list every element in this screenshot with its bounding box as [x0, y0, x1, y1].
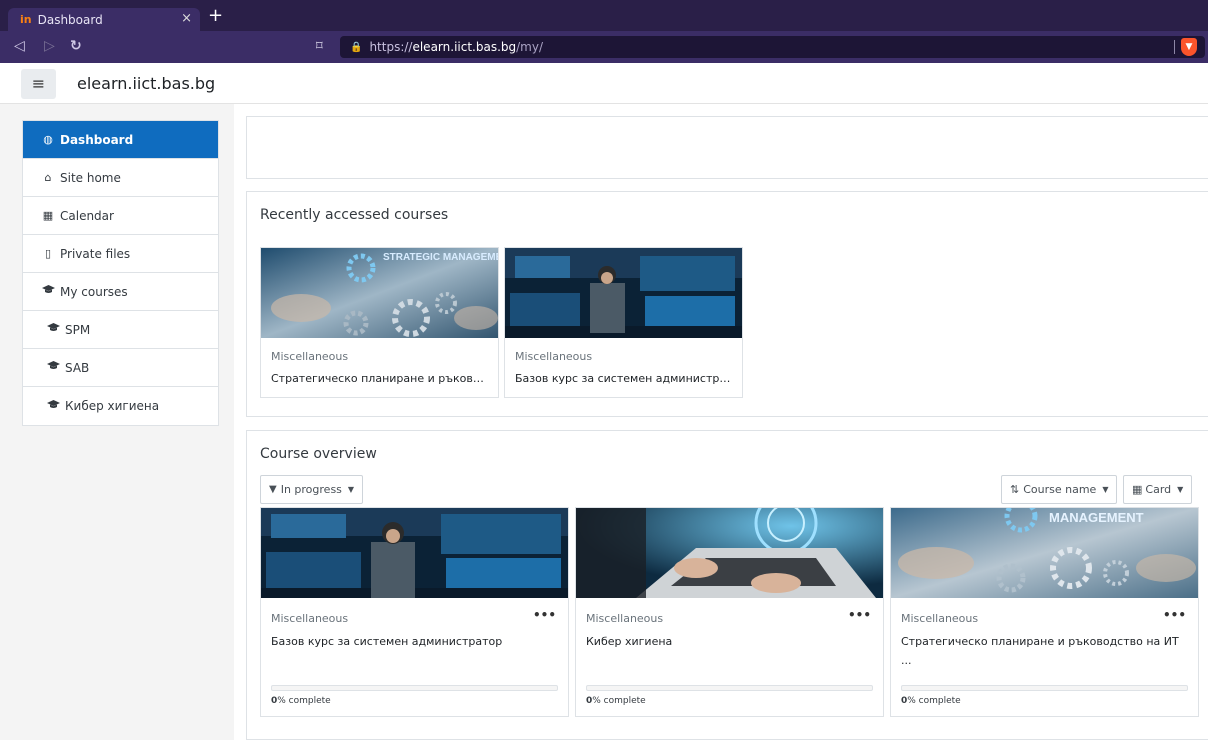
- course-card[interactable]: MANAGEMENT Miscellaneous ••• Стратегичес…: [890, 507, 1199, 717]
- url-scheme: https://: [369, 40, 413, 54]
- view-label: Card: [1145, 483, 1172, 496]
- view-dropdown[interactable]: ▦ Card ▼: [1123, 475, 1193, 504]
- url-separator: [1174, 40, 1175, 54]
- course-category: Miscellaneous: [271, 350, 349, 363]
- course-image[interactable]: [505, 248, 742, 338]
- nav-item-private-files[interactable]: ▯ Private files: [23, 235, 218, 273]
- nav-item-cyber-hygiene[interactable]: Кибер хигиена: [23, 387, 218, 425]
- course-overview-block: Course overview ▼ In progress ▼ ⇅ Course…: [246, 430, 1208, 740]
- nav-item-site-home[interactable]: ⌂ Site home: [23, 159, 218, 197]
- course-image-text: MANAGEMENT: [1049, 510, 1144, 525]
- course-category: Miscellaneous: [271, 612, 349, 625]
- back-icon[interactable]: ◁: [14, 38, 25, 54]
- block-title: Course overview: [260, 446, 377, 462]
- progress-suffix: % complete: [277, 696, 331, 706]
- forward-icon[interactable]: ▷: [44, 38, 55, 54]
- reload-icon[interactable]: ↻: [70, 38, 82, 54]
- site-header: ≡ elearn.iict.bas.bg: [0, 63, 1208, 104]
- course-category: Miscellaneous: [586, 612, 664, 625]
- course-image-text: STRATEGIC MANAGEMENT: [383, 252, 498, 263]
- grid-icon: ▦: [1132, 483, 1143, 496]
- recent-course-card[interactable]: Miscellaneous Базов курс за системен адм…: [504, 247, 743, 398]
- main-region: Recently accessed courses STRATEGIC MANA…: [234, 104, 1208, 740]
- sort-icon: ⇅: [1010, 483, 1020, 496]
- course-card[interactable]: Miscellaneous ••• Кибер хигиена 0% compl…: [575, 507, 884, 717]
- nav-item-label: SAB: [65, 360, 90, 375]
- course-image[interactable]: MANAGEMENT: [891, 508, 1198, 598]
- course-category: Miscellaneous: [515, 350, 593, 363]
- sort-label: Course name: [1023, 483, 1097, 496]
- tachometer-icon: ◍: [43, 133, 53, 146]
- progress-text: 0% complete: [901, 696, 961, 706]
- graduation-cap-icon: [46, 399, 60, 413]
- block-title: Recently accessed courses: [260, 207, 449, 223]
- progress-bar: [271, 685, 558, 691]
- course-image[interactable]: [576, 508, 883, 598]
- course-name-link[interactable]: Стратегическо планиране и ръководст...: [271, 372, 489, 385]
- progress-text: 0% complete: [586, 696, 646, 706]
- url-host: elearn.iict.bas.bg: [412, 40, 517, 54]
- caret-down-icon: ▼: [1177, 485, 1184, 494]
- course-name-link[interactable]: Стратегическо планиране и ръководство на…: [901, 632, 1181, 670]
- nav-item-calendar[interactable]: ▦ Calendar: [23, 197, 218, 235]
- nav-item-dashboard[interactable]: ◍ Dashboard: [23, 121, 218, 159]
- course-image[interactable]: STRATEGIC MANAGEMENT: [261, 248, 498, 338]
- caret-down-icon: ▼: [347, 485, 355, 494]
- url-path: /my/: [516, 40, 544, 54]
- course-name-link[interactable]: Базов курс за системен администратор: [271, 632, 551, 651]
- progress-text: 0% complete: [271, 696, 331, 706]
- recent-course-card[interactable]: STRATEGIC MANAGEMENT Miscellaneous Страт…: [260, 247, 499, 398]
- browser-tab[interactable]: in Dashboard ×: [8, 8, 200, 31]
- nav-item-label: Кибер хигиена: [65, 399, 160, 413]
- graduation-cap-icon: [41, 285, 55, 298]
- lock-icon: 🔒: [350, 41, 363, 53]
- nav-item-label: Calendar: [60, 208, 114, 223]
- browser-tabbar: in Dashboard × +: [0, 0, 1208, 31]
- nav-drawer: ◍ Dashboard ⌂ Site home ▦ Calendar ▯ Pri…: [0, 104, 234, 740]
- empty-block: [246, 116, 1208, 179]
- nav-list: ◍ Dashboard ⌂ Site home ▦ Calendar ▯ Pri…: [22, 120, 219, 426]
- course-category: Miscellaneous: [901, 612, 979, 625]
- grouping-filter-dropdown[interactable]: ▼ In progress ▼: [260, 475, 364, 504]
- nav-item-spm[interactable]: SPM: [23, 311, 218, 349]
- bookmark-icon[interactable]: ⌑: [316, 39, 323, 54]
- filter-label: In progress: [280, 483, 342, 496]
- nav-item-my-courses[interactable]: My courses: [23, 273, 218, 311]
- nav-item-sab[interactable]: SAB: [23, 349, 218, 387]
- address-bar[interactable]: 🔒 https://elearn.iict.bas.bg/my/ ▼: [340, 36, 1205, 58]
- moodle-favicon-icon: in: [20, 13, 32, 26]
- progress-suffix: % complete: [592, 696, 646, 706]
- tab-close-icon[interactable]: ×: [181, 11, 192, 26]
- file-icon: ▯: [44, 247, 52, 260]
- progress-suffix: % complete: [907, 696, 961, 706]
- nav-item-label: Dashboard: [60, 132, 134, 147]
- course-actions-menu[interactable]: •••: [533, 608, 556, 622]
- course-name-link[interactable]: Базов курс за системен администратор: [515, 372, 733, 385]
- course-actions-menu[interactable]: •••: [848, 608, 871, 622]
- filter-icon: ▼: [269, 484, 277, 495]
- graduation-cap-icon: [46, 323, 60, 336]
- course-image[interactable]: [261, 508, 568, 598]
- progress-bar: [586, 685, 873, 691]
- course-name-link[interactable]: Кибер хигиена: [586, 632, 866, 651]
- caret-down-icon: ▼: [1102, 485, 1109, 494]
- calendar-icon: ▦: [42, 209, 54, 222]
- tab-title: Dashboard: [37, 12, 103, 27]
- brave-shield-icon[interactable]: ▼: [1181, 38, 1197, 56]
- nav-item-label: Site home: [60, 170, 121, 185]
- sort-dropdown[interactable]: ⇅ Course name ▼: [1001, 475, 1118, 504]
- course-card[interactable]: Miscellaneous ••• Базов курс за системен…: [260, 507, 569, 717]
- graduation-cap-icon: [46, 361, 60, 374]
- nav-item-label: My courses: [60, 284, 128, 299]
- site-name-link[interactable]: elearn.iict.bas.bg: [77, 74, 215, 93]
- recently-accessed-block: Recently accessed courses STRATEGIC MANA…: [246, 191, 1208, 417]
- home-icon: ⌂: [44, 171, 52, 184]
- course-actions-menu[interactable]: •••: [1163, 608, 1186, 622]
- new-tab-button[interactable]: +: [208, 7, 223, 25]
- browser-navbar: ◁ ▷ ↻ ⌑ 🔒 https://elearn.iict.bas.bg/my/…: [0, 31, 1208, 63]
- progress-bar: [901, 685, 1188, 691]
- nav-item-label: Private files: [60, 246, 131, 261]
- nav-item-label: SPM: [65, 322, 91, 337]
- hamburger-menu-button[interactable]: ≡: [21, 69, 56, 99]
